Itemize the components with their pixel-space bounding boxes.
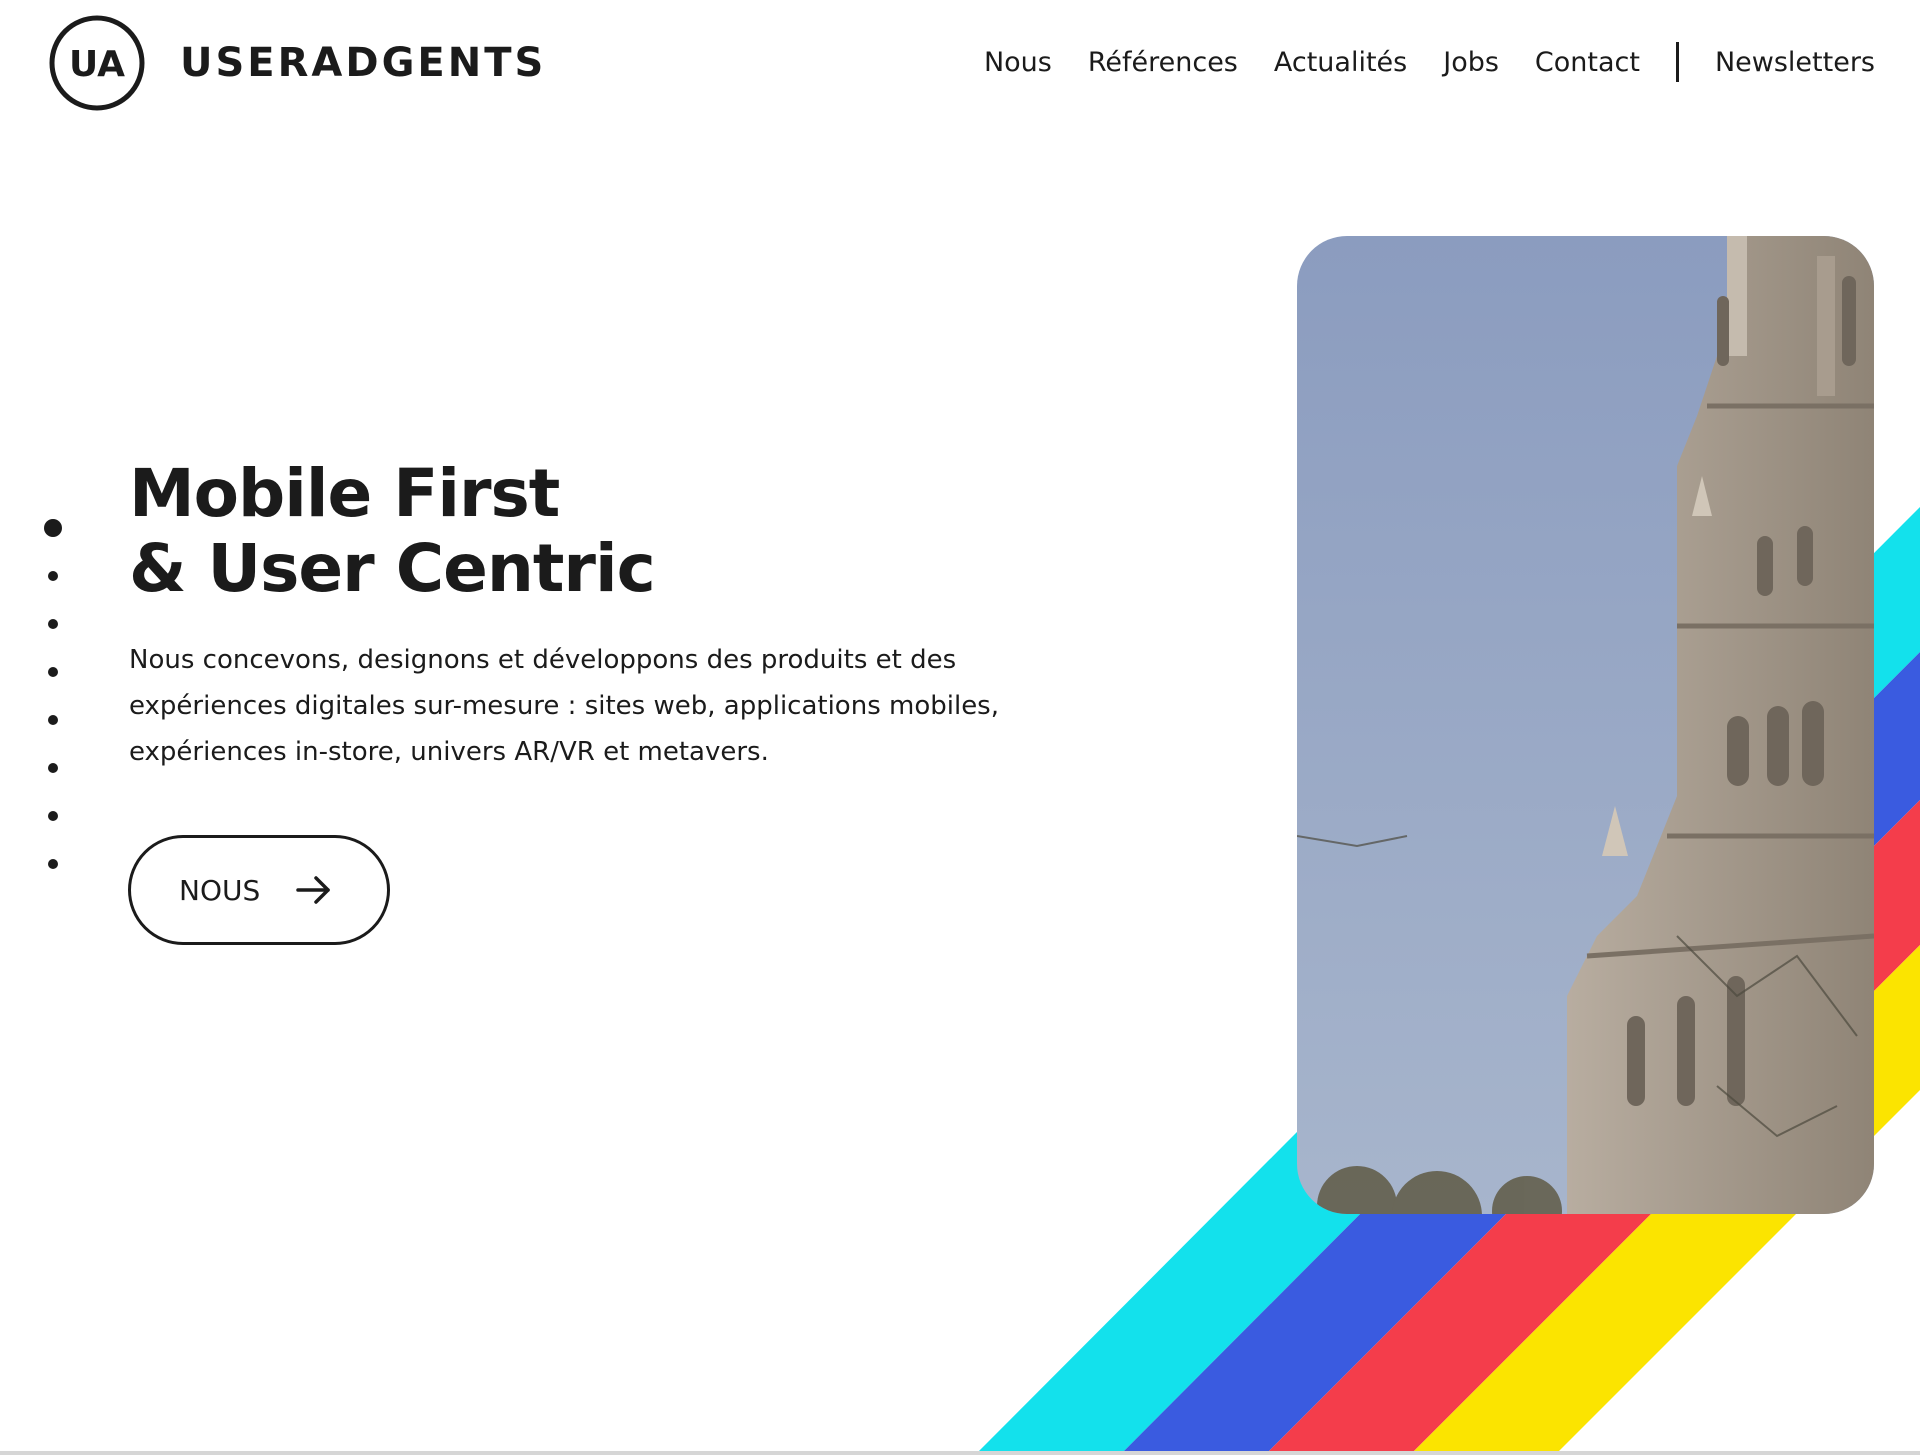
slider-dot[interactable] [48, 811, 58, 821]
nav-link-references[interactable]: Références [1088, 47, 1238, 78]
slider-dot[interactable] [48, 763, 58, 773]
nous-cta-button[interactable]: NOUS [128, 835, 390, 945]
logo-monogram-text: UA [69, 44, 125, 85]
slider-dot[interactable] [48, 571, 58, 581]
hero-description-line: expériences digitales sur-mesure : sites… [129, 691, 999, 721]
slider-dot[interactable] [48, 859, 58, 869]
slider-dot[interactable] [48, 619, 58, 629]
cta-label: NOUS [179, 873, 261, 907]
hero-title-line-2: & User Centric [129, 530, 656, 607]
church-photo-illustration [1297, 236, 1874, 1214]
hero-photo [1297, 236, 1874, 1214]
slider-dot[interactable] [48, 667, 58, 677]
hero-description-line: Nous concevons, designons et développons… [129, 645, 957, 675]
arrow-right-icon [296, 876, 331, 904]
main-nav: Nous Références Actualités Jobs Contact … [984, 38, 1875, 86]
nav-link-contact[interactable]: Contact [1535, 47, 1640, 78]
bottom-divider [0, 1451, 1920, 1455]
nav-link-actualites[interactable]: Actualités [1274, 47, 1407, 78]
nav-divider [1675, 42, 1679, 82]
hero-title: Mobile First & User Centric [129, 455, 656, 607]
hero-description-line: expériences in-store, univers AR/VR et m… [129, 737, 769, 767]
nav-link-jobs[interactable]: Jobs [1443, 47, 1499, 78]
page: UA USERADGENTS Nous Références Actualité… [0, 0, 1920, 1455]
nav-link-nous[interactable]: Nous [984, 47, 1052, 78]
slider-dot-active[interactable] [44, 519, 62, 537]
brand-name: USERADGENTS [180, 40, 547, 86]
logo-link[interactable]: UA USERADGENTS [48, 14, 546, 112]
hero-description: Nous concevons, designons et développons… [129, 637, 1089, 775]
nav-link-newsletters[interactable]: Newsletters [1715, 47, 1875, 78]
hero-title-line-1: Mobile First [129, 455, 560, 532]
slider-dot[interactable] [48, 715, 58, 725]
logo-monogram-icon: UA [49, 15, 145, 111]
